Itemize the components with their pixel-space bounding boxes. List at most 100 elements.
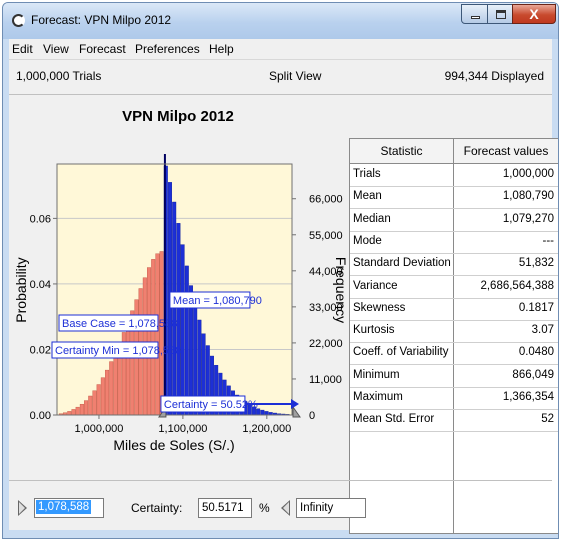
- statistic-value: 1,080,790: [502, 190, 554, 203]
- statistic-name: Mode: [353, 234, 382, 247]
- right-grabber-icon[interactable]: [281, 500, 290, 516]
- statistics-row: Maximum 1,366,354: [350, 387, 558, 410]
- percent-sign: %: [259, 501, 270, 515]
- histogram-bar: [147, 267, 152, 416]
- y-tick-label: 0.04: [30, 279, 51, 291]
- statistic-value: 51,832: [518, 257, 554, 270]
- y-tick-label: 0.02: [30, 344, 51, 356]
- y2-tick-label: 11,000: [309, 374, 342, 386]
- statistics-row: Mode ---: [350, 231, 558, 254]
- histogram-bar: [84, 400, 89, 416]
- y-tick-label: 0.00: [30, 410, 51, 422]
- maximize-button[interactable]: [487, 4, 513, 24]
- menu-bar: Edit View Forecast Preferences Help: [9, 39, 552, 60]
- histogram-bar: [180, 244, 185, 416]
- statistic-value: 0.0480: [518, 346, 554, 359]
- statistics-row: Kurtosis 3.07: [350, 320, 558, 344]
- trials-count: 1,000,000 Trials: [16, 69, 102, 83]
- statistic-value: 1,079,270: [502, 212, 554, 225]
- y2-tick-label: 66,000: [309, 194, 343, 206]
- title-bar[interactable]: Forecast: VPN Milpo 2012 X: [3, 3, 558, 39]
- statistic-name: Kurtosis: [353, 324, 395, 337]
- statistic-value: 52: [541, 413, 554, 426]
- y2-axis-label: Frequency: [333, 257, 347, 323]
- statistic-value: 2,686,564,388: [480, 279, 554, 292]
- close-button[interactable]: X: [512, 4, 556, 24]
- certainty-bar: 1,078,588 Certainty: 50.5171 % Infinity: [9, 480, 552, 537]
- lower-bound-input[interactable]: 1,078,588: [34, 498, 104, 518]
- histogram-bar: [88, 395, 93, 416]
- y-tick-label: 0.06: [30, 213, 51, 225]
- histogram-bar: [126, 321, 131, 416]
- forecast-chart: VPN Milpo 2012 0.00 0.02 0.04 0.06 0 11,000 22,…: [9, 96, 347, 484]
- base-case-label: Base Case = 1,078,588: [62, 318, 177, 330]
- y2-tick-label: 0: [309, 410, 315, 422]
- histogram-bar: [71, 409, 76, 416]
- histogram-bar: [184, 265, 189, 416]
- x-tick-label: 1,000,000: [74, 423, 123, 435]
- upper-bound-input[interactable]: Infinity: [296, 498, 366, 518]
- statistics-row: Mean 1,080,790: [350, 186, 558, 210]
- certainty-value: 50.5171: [202, 502, 244, 514]
- y2-tick-label: 55,000: [309, 230, 343, 242]
- histogram-bar: [67, 411, 72, 416]
- view-mode-label: Split View: [269, 69, 322, 83]
- menu-help[interactable]: Help: [209, 42, 234, 56]
- close-icon: X: [529, 6, 539, 22]
- statistic-name: Mean: [353, 190, 382, 203]
- histogram-bar: [105, 369, 110, 416]
- histogram-svg: VPN Milpo 2012 0.00 0.02 0.04 0.06 0 11,000 22,…: [13, 108, 347, 453]
- histogram-bar: [113, 352, 118, 416]
- histogram-bar: [151, 259, 156, 416]
- statistic-name: Standard Deviation: [353, 257, 451, 270]
- histogram-bar: [92, 390, 97, 416]
- y2-tick-label: 22,000: [309, 338, 343, 350]
- statistics-row: Minimum 866,049: [350, 365, 558, 388]
- left-grabber-icon[interactable]: [18, 500, 27, 516]
- chart-title: VPN Milpo 2012: [122, 108, 234, 125]
- header-statistic: Statistic: [380, 144, 423, 158]
- x-tick-label: 1,200,000: [242, 423, 291, 435]
- forecast-client-area: 1,000,000 Trials Split View 994,344 Disp…: [9, 60, 558, 534]
- statistic-value: 866,049: [512, 368, 554, 381]
- certainty-label: Certainty:: [131, 501, 183, 515]
- statistics-row: Coeff. of Variability 0.0480: [350, 342, 558, 366]
- menu-forecast[interactable]: Forecast: [79, 42, 126, 56]
- displayed-count: 994,344 Displayed: [444, 69, 544, 83]
- y-axis-label: Probability: [13, 257, 29, 322]
- minimize-button[interactable]: [461, 4, 488, 24]
- statistic-value: 3.07: [531, 324, 554, 337]
- statistic-name: Skewness: [353, 301, 406, 314]
- statistics-row: Variance 2,686,564,388: [350, 276, 558, 299]
- statistics-table: Statistic Forecast values Trials 1,000,00…: [349, 138, 558, 534]
- minimize-icon: [471, 16, 480, 19]
- histogram-bar: [79, 403, 84, 416]
- statistics-header: Statistic Forecast values: [350, 139, 558, 164]
- x-axis-label: Miles de Soles (S/.): [113, 437, 234, 453]
- right-grabber-icon: [292, 405, 301, 418]
- statistics-row: Standard Deviation 51,832: [350, 253, 558, 277]
- histogram-bar: [96, 384, 101, 416]
- divider: [9, 94, 552, 95]
- statistic-name: Mean Std. Error: [353, 413, 435, 426]
- certainty-arrowhead: [291, 399, 299, 409]
- histogram-bar: [264, 411, 269, 416]
- histogram-bar: [75, 406, 80, 416]
- forecast-window: Forecast: VPN Milpo 2012 X Edit View For…: [2, 2, 559, 539]
- certainty-label: Certainty = 50.52%: [164, 399, 258, 411]
- menu-edit[interactable]: Edit: [12, 42, 33, 56]
- histogram-bar: [260, 409, 265, 416]
- menu-view[interactable]: View: [43, 42, 69, 56]
- statistic-name: Coeff. of Variability: [353, 346, 449, 359]
- statistic-value: ---: [542, 234, 555, 247]
- statistic-name: Maximum: [353, 391, 403, 403]
- histogram-bar: [172, 201, 177, 416]
- menu-preferences[interactable]: Preferences: [135, 42, 200, 56]
- certainty-input[interactable]: 50.5171: [198, 498, 252, 518]
- histogram-bar: [100, 377, 105, 416]
- header-forecast-values: Forecast values: [463, 144, 549, 158]
- histogram-bar: [155, 253, 160, 416]
- histogram-bar: [109, 361, 114, 416]
- statistic-name: Minimum: [353, 368, 400, 381]
- x-tick-label: 1,100,000: [158, 423, 207, 435]
